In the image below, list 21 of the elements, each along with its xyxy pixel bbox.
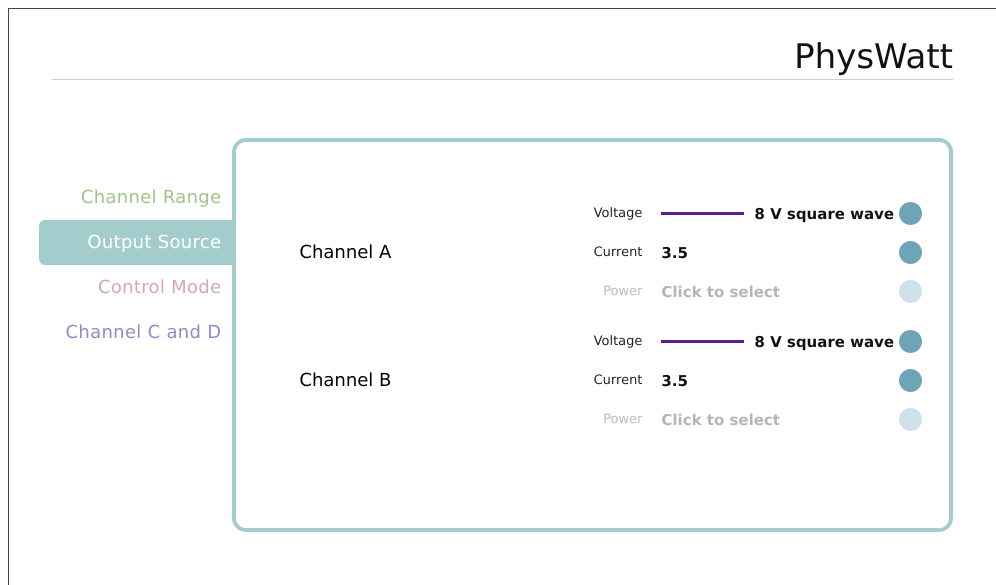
field-label: Current: [592, 245, 642, 260]
field-label: Voltage: [592, 206, 642, 221]
field-value[interactable]: 3.5: [661, 372, 688, 390]
field-value[interactable]: 8 V square wave: [754, 204, 894, 222]
nav-item[interactable]: Channel Range: [39, 175, 232, 220]
field-value[interactable]: 8 V square wave: [754, 332, 894, 350]
app-title: PhysWatt: [793, 36, 953, 79]
nav-item[interactable]: Channel C and D: [39, 310, 232, 355]
select-dot[interactable]: [899, 241, 922, 264]
select-dot[interactable]: [899, 330, 922, 353]
field-label: Power: [602, 412, 642, 427]
select-dot[interactable]: [899, 369, 922, 392]
channel-name: Channel A: [299, 242, 392, 263]
channel-name: Channel B: [299, 370, 392, 391]
nav-item[interactable]: Output Source: [39, 220, 232, 265]
nav-item[interactable]: Control Mode: [39, 265, 232, 310]
field-label: Power: [602, 284, 642, 299]
field-label: Current: [592, 373, 642, 388]
field-label: Voltage: [592, 334, 642, 349]
field-value[interactable]: 3.5: [661, 244, 688, 262]
select-dot[interactable]: [899, 202, 922, 225]
